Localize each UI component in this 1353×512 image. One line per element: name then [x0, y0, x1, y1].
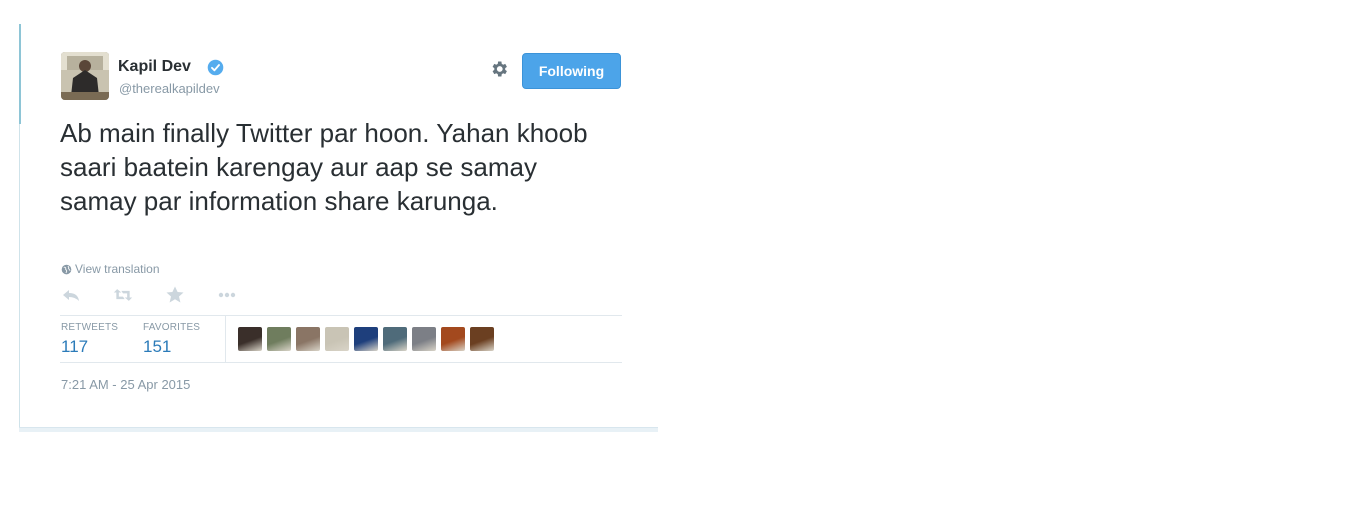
stats-divider-top [60, 315, 622, 316]
retweets-label: RETWEETS [61, 322, 119, 333]
favoriter-avatar[interactable] [470, 327, 494, 351]
verified-badge-icon [207, 59, 224, 76]
favoriter-avatar[interactable] [296, 327, 320, 351]
favorites-count[interactable]: 151 [143, 337, 171, 357]
favorites-label: FAVORITES [143, 322, 201, 333]
retweet-icon[interactable] [113, 285, 133, 305]
view-translation-link[interactable]: View translation [61, 262, 160, 276]
view-translation-label: View translation [75, 262, 160, 276]
favoriter-avatar[interactable] [383, 327, 407, 351]
following-button[interactable]: Following [522, 53, 621, 89]
favoriter-avatar[interactable] [441, 327, 465, 351]
retweets-count[interactable]: 117 [61, 337, 88, 357]
author-handle[interactable]: @therealkapildev [119, 81, 220, 96]
tweet-timestamp[interactable]: 7:21 AM - 25 Apr 2015 [61, 377, 190, 392]
stats-divider-bottom [60, 362, 622, 363]
card-accent-line [19, 24, 21, 124]
more-icon[interactable] [217, 285, 237, 305]
card-bottom-border [19, 427, 658, 432]
card-border-line [19, 124, 20, 432]
favoriter-avatar[interactable] [267, 327, 291, 351]
avatar[interactable] [61, 52, 109, 100]
favorite-icon[interactable] [165, 285, 185, 305]
favoriter-avatar[interactable] [238, 327, 262, 351]
author-name[interactable]: Kapil Dev [118, 58, 191, 76]
favoriter-avatars [238, 327, 494, 351]
tweet-card: Kapil Dev @therealkapildev Following Ab … [19, 24, 658, 432]
favoriter-avatar[interactable] [354, 327, 378, 351]
reply-icon[interactable] [61, 285, 81, 305]
tweet-text: Ab main finally Twitter par hoon. Yahan … [60, 118, 588, 216]
stats-vertical-divider [225, 316, 226, 362]
favoriter-avatar[interactable] [412, 327, 436, 351]
favoriter-avatar[interactable] [325, 327, 349, 351]
globe-icon [61, 264, 72, 274]
gear-icon[interactable] [489, 59, 509, 79]
